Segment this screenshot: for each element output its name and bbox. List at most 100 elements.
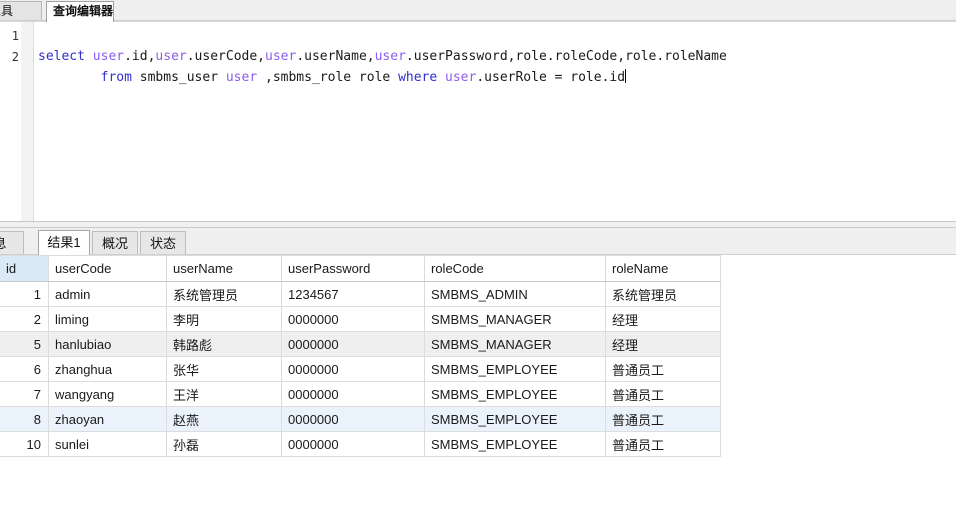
sql-alias: user [155,49,187,64]
table-row[interactable]: 10 sunlei 孙磊 0000000 SMBMS_EMPLOYEE 普通员工 [0,431,721,457]
table-row[interactable]: 8 zhaoyan 赵燕 0000000 SMBMS_EMPLOYEE 普通员工 [0,406,721,432]
sql-text: .id, [124,49,156,64]
sql-client-window: 询创建工具 查询编辑器 12 select user.id,user.userC… [0,0,956,515]
result-tab-profile[interactable]: 概况 [92,231,138,255]
cell-usercode[interactable]: sunlei [48,431,167,457]
cell-rolename[interactable]: 系统管理员 [605,281,721,307]
cell-username[interactable]: 张华 [166,356,282,382]
cell-username[interactable]: 韩路彪 [166,331,282,357]
sql-line: from smbms_user user ,smbms_role role wh… [38,67,727,88]
cell-rolecode[interactable]: SMBMS_EMPLOYEE [424,406,606,432]
cell-userpassword[interactable]: 0000000 [281,356,425,382]
cell-id[interactable]: 5 [0,331,49,357]
cell-username[interactable]: 孙磊 [166,431,282,457]
cell-rolename[interactable]: 普通员工 [605,406,721,432]
cell-rolecode[interactable]: SMBMS_MANAGER [424,306,606,332]
text-caret [625,69,627,83]
sql-keyword: where [398,70,438,85]
table-row[interactable]: 2 liming 李明 0000000 SMBMS_MANAGER 经理 [0,306,721,332]
cell-id[interactable]: 10 [0,431,49,457]
sql-text: .userCode, [186,49,266,64]
cell-userpassword[interactable]: 0000000 [281,381,425,407]
cell-rolename[interactable]: 经理 [605,306,721,332]
line-number-column: 12 [0,26,19,68]
sql-keyword: select [38,49,93,64]
table-row[interactable]: 5 hanlubiao 韩路彪 0000000 SMBMS_MANAGER 经理 [0,331,721,357]
result-grid[interactable]: id userCode userName userPassword roleCode ro… [0,255,956,515]
sql-alias: user [265,49,297,64]
column-header-id[interactable]: id [0,255,49,282]
sql-line: select user.id,user.userCode,user.userNa… [38,46,727,67]
cell-id[interactable]: 7 [0,381,49,407]
cell-username[interactable]: 王洋 [166,381,282,407]
cell-userpassword[interactable]: 1234567 [281,281,425,307]
cell-usercode[interactable]: liming [48,306,167,332]
column-header-rolename[interactable]: roleName [605,255,721,282]
sql-text: .userName, [296,49,375,64]
grid-empty-area [721,255,956,515]
cell-username[interactable]: 李明 [166,306,282,332]
cell-userpassword[interactable]: 0000000 [281,331,425,357]
cell-rolecode[interactable]: SMBMS_ADMIN [424,281,606,307]
line-number: 1 [11,29,19,43]
column-header-username[interactable]: userName [166,255,282,282]
sql-editor-panel[interactable]: 12 select user.id,user.userCode,user.use… [0,21,956,221]
cell-rolecode[interactable]: SMBMS_EMPLOYEE [424,356,606,382]
table-row[interactable]: 7 wangyang 王洋 0000000 SMBMS_EMPLOYEE 普通员工 [0,381,721,407]
sql-alias: user [225,70,258,85]
table-header-row: id userCode userName userPassword roleCode ro… [0,255,721,282]
tab-query-editor[interactable]: 查询编辑器 [46,1,114,22]
panel-splitter[interactable] [0,221,956,228]
tab-query-builder[interactable]: 询创建工具 [0,1,42,21]
cell-rolename[interactable]: 经理 [605,331,721,357]
result-tab-status[interactable]: 状态 [140,231,186,255]
cell-id[interactable]: 8 [0,406,49,432]
table-body: 1 admin 系统管理员 1234567 SMBMS_ADMIN 系统管理员 2 limin… [0,281,721,457]
cell-id[interactable]: 6 [0,356,49,382]
sql-text: .userPassword,role.roleCode,role.roleNam… [405,49,727,64]
column-header-rolecode[interactable]: roleCode [424,255,606,282]
cell-usercode[interactable]: hanlubiao [48,331,167,357]
cell-rolecode[interactable]: SMBMS_EMPLOYEE [424,381,606,407]
cell-rolename[interactable]: 普通员工 [605,381,721,407]
results-tabstrip: 息 结果1 概况 状态 [0,228,956,255]
sql-text: smbms_user [131,70,226,85]
cell-rolecode[interactable]: SMBMS_EMPLOYEE [424,431,606,457]
column-header-userpassword[interactable]: userPassword [281,255,425,282]
cell-userpassword[interactable]: 0000000 [281,406,425,432]
sql-keyword: from [100,70,132,85]
table-row[interactable]: 1 admin 系统管理员 1234567 SMBMS_ADMIN 系统管理员 [0,281,721,307]
cell-usercode[interactable]: zhanghua [48,356,167,382]
editor-gutter: 12 [0,22,34,221]
result-tab-result1[interactable]: 结果1 [38,230,90,255]
editor-top-border [0,21,956,22]
cell-rolecode[interactable]: SMBMS_MANAGER [424,331,606,357]
sql-text: ,smbms_role role [257,70,399,85]
table-row[interactable]: 6 zhanghua 张华 0000000 SMBMS_EMPLOYEE 普通员工 [0,356,721,382]
cell-usercode[interactable]: wangyang [48,381,167,407]
cell-rolename[interactable]: 普通员工 [605,356,721,382]
sql-alias: user [445,70,477,85]
sql-alias: user [374,49,406,64]
cell-id[interactable]: 1 [0,281,49,307]
cell-usercode[interactable]: zhaoyan [48,406,167,432]
line-number: 2 [11,50,19,64]
sql-alias: user [92,49,125,64]
editor-tabstrip: 询创建工具 查询编辑器 [0,0,956,22]
cell-username[interactable]: 系统管理员 [166,281,282,307]
cell-usercode[interactable]: admin [48,281,167,307]
tabstrip-empty-area [115,1,956,20]
result-table[interactable]: id userCode userName userPassword roleCode ro… [0,255,721,457]
cell-userpassword[interactable]: 0000000 [281,431,425,457]
column-header-usercode[interactable]: userCode [48,255,167,282]
sql-code-text[interactable]: select user.id,user.userCode,user.userNa… [38,46,727,88]
cell-rolename[interactable]: 普通员工 [605,431,721,457]
result-tab-info[interactable]: 息 [0,231,24,255]
cell-id[interactable]: 2 [0,306,49,332]
gutter-band [21,22,34,221]
cell-username[interactable]: 赵燕 [166,406,282,432]
cell-userpassword[interactable]: 0000000 [281,306,425,332]
sql-text: .userRole = role.id [476,70,626,85]
